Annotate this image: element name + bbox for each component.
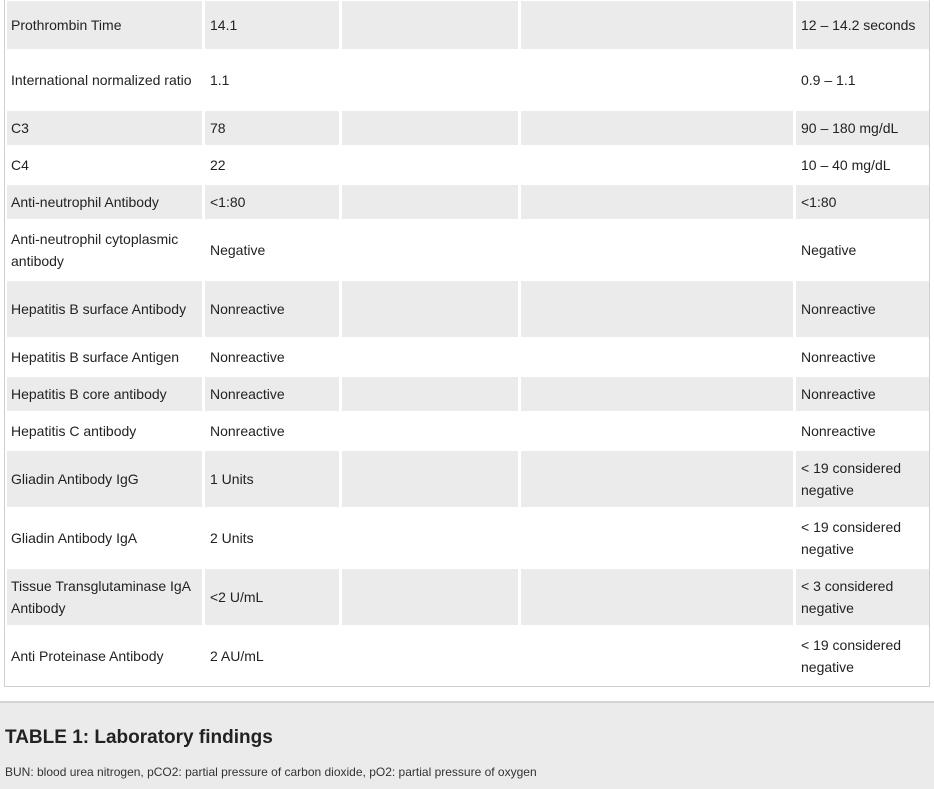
empty-cell <box>342 281 518 337</box>
table-row: Hepatitis B surface Antibody Nonreactive N… <box>7 281 929 337</box>
empty-cell <box>342 451 518 507</box>
caption-title: TABLE 1: Laboratory findings <box>5 727 273 748</box>
reference-range-cell: 0.9 – 1.1 <box>796 52 929 108</box>
empty-cell <box>342 222 518 278</box>
result-cell: Nonreactive <box>205 281 339 337</box>
test-name-cell: Gliadin Antibody IgA <box>7 510 202 566</box>
empty-cell <box>342 628 518 684</box>
table-row: Gliadin Antibody IgG 1 Units < 19 consider… <box>7 451 929 507</box>
empty-cell <box>342 1 518 49</box>
table-row: Hepatitis C antibody Nonreactive Nonreacti… <box>7 414 929 448</box>
test-name-cell: Hepatitis B surface Antigen <box>7 340 202 374</box>
test-name-cell: Hepatitis B core antibody <box>7 377 202 411</box>
result-cell: 1 Units <box>205 451 339 507</box>
result-cell: <2 U/mL <box>205 569 339 625</box>
result-cell: 2 Units <box>205 510 339 566</box>
table-row: C3 78 90 – 180 mg/dL <box>7 111 929 145</box>
empty-cell <box>521 340 793 374</box>
table-row: Hepatitis B surface Antigen Nonreactive No… <box>7 340 929 374</box>
result-cell: 2 AU/mL <box>205 628 339 684</box>
test-name-cell: Prothrombin Time <box>7 1 202 49</box>
empty-cell <box>521 148 793 182</box>
test-name-cell: Gliadin Antibody IgG <box>7 451 202 507</box>
empty-cell <box>342 148 518 182</box>
reference-range-cell: Nonreactive <box>796 414 929 448</box>
reference-range-cell: < 3 considered negative <box>796 569 929 625</box>
empty-cell <box>521 569 793 625</box>
lab-findings-table: Prothrombin Time 14.1 12 – 14.2 seconds Int… <box>5 0 929 686</box>
result-cell: 1.1 <box>205 52 339 108</box>
caption-note: BUN: blood urea nitrogen, pCO2: partial … <box>5 765 537 779</box>
empty-cell <box>521 281 793 337</box>
empty-cell <box>342 111 518 145</box>
empty-cell <box>521 1 793 49</box>
test-name-cell: Anti-neutrophil cytoplasmic antibody <box>7 222 202 278</box>
test-name-cell: Hepatitis C antibody <box>7 414 202 448</box>
empty-cell <box>521 377 793 411</box>
reference-range-cell: < 19 considered negative <box>796 510 929 566</box>
reference-range-cell: 90 – 180 mg/dL <box>796 111 929 145</box>
result-cell: Nonreactive <box>205 377 339 411</box>
empty-cell <box>342 340 518 374</box>
reference-range-cell: 10 – 40 mg/dL <box>796 148 929 182</box>
test-name-cell: Hepatitis B surface Antibody <box>7 281 202 337</box>
empty-cell <box>521 111 793 145</box>
table-row: Gliadin Antibody IgA 2 Units < 19 consider… <box>7 510 929 566</box>
table-row: Prothrombin Time 14.1 12 – 14.2 seconds <box>7 1 929 49</box>
result-cell: Nonreactive <box>205 340 339 374</box>
empty-cell <box>342 510 518 566</box>
reference-range-cell: Nonreactive <box>796 281 929 337</box>
reference-range-cell: <1:80 <box>796 185 929 219</box>
empty-cell <box>521 52 793 108</box>
table-row: Anti Proteinase Antibody 2 AU/mL < 19 cons… <box>7 628 929 684</box>
reference-range-cell: 12 – 14.2 seconds <box>796 1 929 49</box>
result-cell: 14.1 <box>205 1 339 49</box>
reference-range-cell: < 19 considered negative <box>796 628 929 684</box>
result-cell: <1:80 <box>205 185 339 219</box>
table-row: Anti-neutrophil cytoplasmic antibody Nega… <box>7 222 929 278</box>
lab-table-frame: Prothrombin Time 14.1 12 – 14.2 seconds Int… <box>4 0 930 687</box>
table-row: Hepatitis B core antibody Nonreactive Nonr… <box>7 377 929 411</box>
test-name-cell: C4 <box>7 148 202 182</box>
table-caption: TABLE 1: Laboratory findings BUN: blood … <box>0 701 934 789</box>
result-cell: 22 <box>205 148 339 182</box>
reference-range-cell: Nonreactive <box>796 340 929 374</box>
table-row: Anti-neutrophil Antibody <1:80 <1:80 <box>7 185 929 219</box>
reference-range-cell: < 19 considered negative <box>796 451 929 507</box>
table-row: C4 22 10 – 40 mg/dL <box>7 148 929 182</box>
empty-cell <box>342 377 518 411</box>
result-cell: Negative <box>205 222 339 278</box>
lab-table-body: Prothrombin Time 14.1 12 – 14.2 seconds Int… <box>7 1 929 684</box>
empty-cell <box>342 185 518 219</box>
table-row: Tissue Transglutaminase IgA Antibody <2 U… <box>7 569 929 625</box>
test-name-cell: Anti Proteinase Antibody <box>7 628 202 684</box>
test-name-cell: International normalized ratio <box>7 52 202 108</box>
empty-cell <box>521 414 793 448</box>
test-name-cell: C3 <box>7 111 202 145</box>
empty-cell <box>521 510 793 566</box>
test-name-cell: Tissue Transglutaminase IgA Antibody <box>7 569 202 625</box>
empty-cell <box>342 52 518 108</box>
table-row: International normalized ratio 1.1 0.9 – 1… <box>7 52 929 108</box>
empty-cell <box>342 414 518 448</box>
result-cell: Nonreactive <box>205 414 339 448</box>
empty-cell <box>521 185 793 219</box>
test-name-cell: Anti-neutrophil Antibody <box>7 185 202 219</box>
empty-cell <box>521 628 793 684</box>
empty-cell <box>342 569 518 625</box>
result-cell: 78 <box>205 111 339 145</box>
empty-cell <box>521 222 793 278</box>
empty-cell <box>521 451 793 507</box>
reference-range-cell: Nonreactive <box>796 377 929 411</box>
reference-range-cell: Negative <box>796 222 929 278</box>
